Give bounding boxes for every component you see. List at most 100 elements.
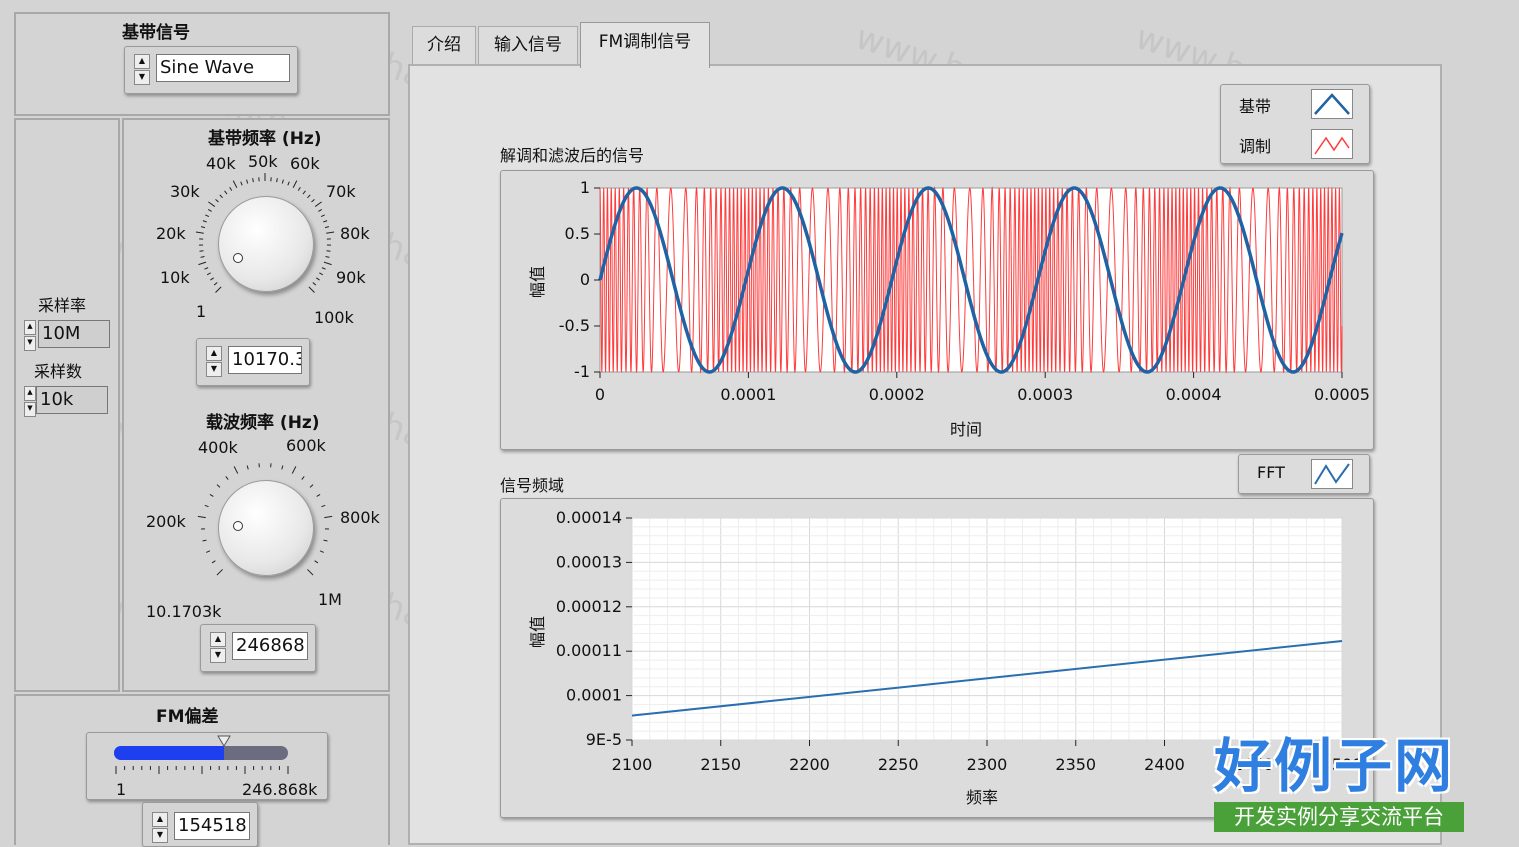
y-tick-label: 0.00011 [556, 641, 622, 660]
fm-dev-spinner[interactable]: ▲▼ [152, 812, 168, 840]
spin-down-icon[interactable]: ▼ [210, 648, 226, 663]
bb-freq-spinner[interactable]: ▲▼ [206, 346, 222, 374]
knob-tick [226, 476, 228, 479]
legend-item-modulated-label: 调制 [1239, 133, 1271, 157]
legend-top: 基带 调制 [1220, 84, 1370, 164]
bb-freq-knob[interactable] [218, 196, 314, 292]
bb-tick-50k: 50k [248, 152, 278, 171]
sample-count-spinner[interactable]: ▲▼ [24, 386, 36, 414]
y-tick-label: 0.0001 [566, 686, 622, 705]
bb-tick-40k: 40k [206, 154, 236, 173]
chart1-ylabel: 幅值 [524, 266, 548, 298]
knob-tick [205, 505, 209, 506]
carrier-freq-knob[interactable] [218, 480, 314, 576]
spin-down-icon[interactable]: ▼ [24, 402, 36, 417]
x-tick-label: 0 [595, 385, 605, 404]
knob-tick [205, 215, 209, 217]
legend-item-fft-label: FFT [1257, 463, 1285, 482]
y-tick-label: 1 [580, 178, 590, 197]
carrier-field[interactable]: 246868 [232, 632, 308, 660]
tab-input-signal[interactable]: 输入信号 [478, 26, 578, 64]
knob-tick [326, 257, 330, 258]
x-tick-label: 0.0005 [1314, 385, 1370, 404]
fm-dev-slider-track[interactable] [114, 746, 288, 760]
carrier-freq-title: 载波频率 (Hz) [206, 408, 320, 433]
knob-tick [302, 476, 304, 479]
spin-up-icon[interactable]: ▲ [152, 812, 168, 827]
knob-tick [317, 494, 320, 496]
y-tick-label: -1 [574, 362, 590, 381]
knob-tick [321, 505, 325, 506]
knob-tick [319, 273, 323, 275]
site-logo-subtitle: 开发实例分享交流平台 [1214, 802, 1464, 832]
baseband-select[interactable]: Sine Wave [156, 54, 290, 82]
carrier-spinner[interactable]: ▲▼ [210, 632, 226, 660]
cf-tick-200k: 200k [146, 512, 186, 531]
bb-tick-80k: 80k [340, 224, 370, 243]
bb-tick-10k: 10k [160, 268, 190, 287]
knob-tick [307, 569, 313, 575]
spin-up-icon[interactable]: ▲ [206, 346, 222, 361]
spin-up-icon[interactable]: ▲ [24, 386, 36, 401]
knob-tick [230, 187, 232, 190]
knob-tick [214, 283, 217, 286]
tab-intro[interactable]: 介绍 [412, 26, 476, 64]
spin-down-icon[interactable]: ▼ [134, 70, 150, 85]
fm-dev-min-label: 1 [116, 780, 126, 799]
knob-tick [282, 466, 283, 470]
bb-tick-100k: 100k [314, 308, 354, 327]
chart2-ylabel: 幅值 [524, 616, 548, 648]
sample-rate-label: 采样率 [38, 292, 86, 316]
knob-tick [201, 227, 205, 228]
x-tick-label: 2250 [878, 755, 919, 774]
sample-count-field[interactable]: 10k [36, 386, 108, 414]
knob-tick [210, 494, 213, 496]
fm-dev-scale [112, 764, 292, 778]
knob-tick [204, 268, 208, 270]
x-tick-label: 0.0004 [1166, 385, 1222, 404]
bb-tick-1: 1 [196, 302, 206, 321]
y-tick-label: 0.00012 [556, 597, 622, 616]
baseband-spinner[interactable]: ▲▼ [134, 54, 150, 82]
knob-tick [312, 199, 315, 202]
knob-tick [310, 485, 313, 488]
legend-bottom: FFT [1238, 454, 1370, 494]
fm-dev-title: FM偏差 [156, 702, 219, 727]
y-tick-label: 0 [580, 270, 590, 289]
spin-down-icon[interactable]: ▼ [206, 362, 222, 377]
knob-tick [292, 466, 296, 473]
knob-tick [324, 540, 328, 541]
y-tick-label: -0.5 [559, 316, 590, 335]
baseband-signal-title: 基带信号 [122, 18, 190, 43]
knob-tick [315, 202, 321, 207]
knob-tick [220, 195, 223, 198]
frequency-panel: 基带频率 (Hz) 1 10k 20k 30k 40k 50k 60k 70k … [122, 118, 390, 692]
bb-freq-field[interactable]: 10170.3 [228, 346, 302, 374]
sample-rate-field[interactable]: 10M [38, 320, 110, 348]
x-tick-label: 2150 [700, 755, 741, 774]
spin-down-icon[interactable]: ▼ [152, 828, 168, 843]
knob-tick [203, 540, 207, 541]
x-tick-label: 2100 [612, 755, 653, 774]
baseband-signal-panel: 基带信号 ▲▼ Sine Wave [14, 12, 390, 116]
legend-modulated-icon [1311, 129, 1353, 159]
tab-fm-signal[interactable]: FM调制信号 [580, 22, 710, 68]
fm-deviation-panel: FM偏差 1 246.868k ▲▼ 154518 [14, 694, 390, 845]
spin-down-icon[interactable]: ▼ [24, 336, 36, 351]
chart2-xlabel: 频率 [966, 784, 998, 808]
knob-tick [203, 221, 207, 222]
spin-up-icon[interactable]: ▲ [134, 54, 150, 69]
knob-tick [201, 257, 205, 258]
x-tick-label: 2200 [789, 755, 830, 774]
y-tick-label: 0.00013 [556, 552, 622, 571]
sample-rate-spinner[interactable]: ▲▼ [24, 320, 36, 348]
spin-up-icon[interactable]: ▲ [24, 320, 36, 335]
site-logo: 好例子网 开发实例分享交流平台 [1214, 734, 1470, 834]
sampling-panel: 采样率 ▲▼ 10M 采样数 ▲▼ 10k [14, 118, 120, 692]
knob-tick [253, 178, 254, 182]
y-tick-label: 9E-5 [586, 730, 622, 749]
x-tick-label: 0.0001 [720, 385, 776, 404]
fm-dev-field[interactable]: 154518 [174, 812, 250, 840]
fm-dev-slider-thumb[interactable] [217, 734, 231, 748]
spin-up-icon[interactable]: ▲ [210, 632, 226, 647]
